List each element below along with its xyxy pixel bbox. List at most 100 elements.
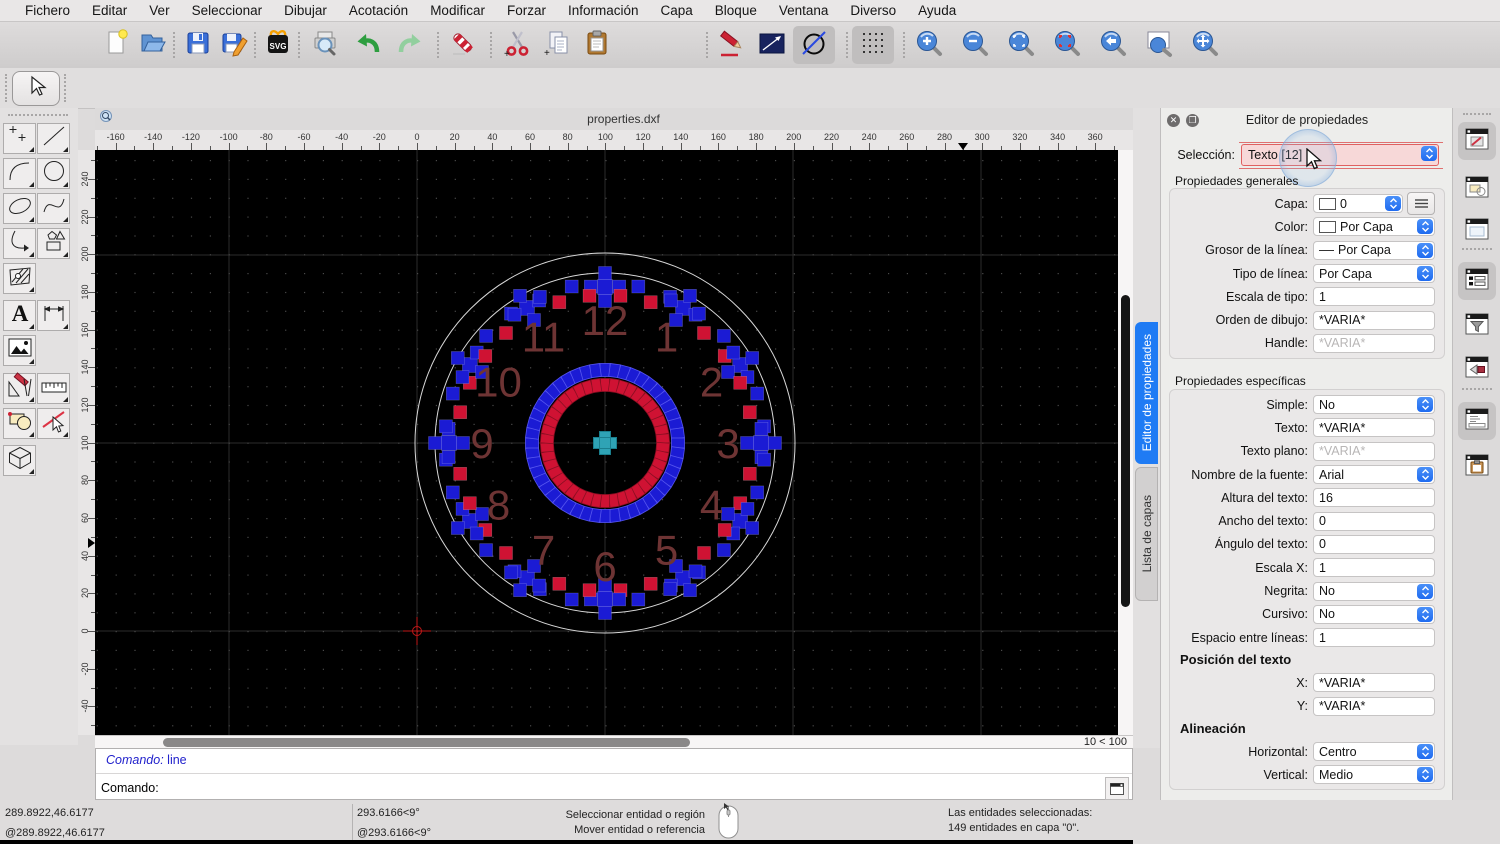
toolbar-copy-button[interactable]: + bbox=[540, 28, 574, 62]
toolbar-cut-button[interactable]: + bbox=[500, 28, 534, 62]
vertical-scrollbar-thumb[interactable] bbox=[1121, 295, 1130, 607]
dropdown-stepper-icon[interactable] bbox=[1417, 219, 1433, 234]
property-input[interactable]: *VARIA* bbox=[1313, 673, 1435, 692]
toolbar-zoom-in-button[interactable] bbox=[912, 28, 946, 62]
tool-ellipse-button[interactable] bbox=[3, 193, 36, 224]
menu-13[interactable]: Ayuda bbox=[907, 0, 967, 22]
toggle-property-editor-panel-button[interactable] bbox=[1458, 122, 1496, 160]
menu-4[interactable]: Dibujar bbox=[273, 0, 338, 22]
property-input[interactable]: 1 bbox=[1313, 628, 1435, 647]
property-input[interactable]: 16 bbox=[1313, 488, 1435, 507]
property-dropdown[interactable]: No bbox=[1313, 605, 1435, 624]
property-input[interactable]: *VARIA* bbox=[1313, 334, 1435, 353]
toggle-block-list-panel-button[interactable] bbox=[1458, 170, 1496, 208]
menu-9[interactable]: Capa bbox=[650, 0, 704, 22]
toolbar-line-tool-button[interactable] bbox=[755, 28, 789, 62]
toggle-filter-panel-button[interactable] bbox=[1458, 307, 1496, 345]
toolbar-zoom-selection-button[interactable] bbox=[1050, 28, 1084, 62]
property-dropdown[interactable]: Por Capa bbox=[1313, 241, 1435, 260]
toolbar-undo-button[interactable] bbox=[352, 28, 386, 62]
selection-dropdown[interactable]: Texto [12] bbox=[1241, 144, 1439, 166]
toolbar-save-button[interactable] bbox=[181, 28, 215, 62]
command-fullscreen-toggle-button[interactable] bbox=[1105, 777, 1129, 800]
toolbar-paste-button[interactable] bbox=[580, 28, 614, 62]
toggle-layer-list-panel-button[interactable] bbox=[1458, 262, 1496, 300]
property-dropdown[interactable]: 0 bbox=[1313, 194, 1403, 213]
tool-select-entity-button[interactable] bbox=[37, 408, 70, 439]
toggle-command-line-panel-button[interactable] bbox=[1458, 402, 1496, 440]
dropdown-stepper-icon[interactable] bbox=[1417, 584, 1433, 599]
property-dropdown[interactable]: No bbox=[1313, 582, 1435, 601]
property-dropdown[interactable]: Arial bbox=[1313, 465, 1435, 484]
toolbar-open-file-button[interactable] bbox=[136, 28, 170, 62]
property-dropdown[interactable]: Por Capa bbox=[1313, 264, 1435, 283]
toolbar-circle-tool-button[interactable] bbox=[793, 26, 835, 64]
menu-11[interactable]: Ventana bbox=[768, 0, 840, 22]
menu-10[interactable]: Bloque bbox=[704, 0, 768, 22]
toolbar-print-preview-button[interactable] bbox=[308, 28, 342, 62]
dropdown-stepper-icon[interactable] bbox=[1417, 467, 1433, 482]
tool-arc-button[interactable] bbox=[3, 158, 36, 189]
tool-points-button[interactable] bbox=[3, 123, 36, 154]
property-input[interactable]: 0 bbox=[1313, 512, 1435, 531]
vertical-scrollbar[interactable] bbox=[1118, 150, 1133, 735]
tool-blocks-button[interactable] bbox=[3, 408, 36, 439]
horizontal-scrollbar-thumb[interactable] bbox=[163, 738, 690, 747]
toolbar-new-file-button[interactable] bbox=[100, 28, 134, 62]
dropdown-stepper-icon[interactable] bbox=[1417, 397, 1433, 412]
property-input[interactable]: *VARIA* bbox=[1313, 442, 1435, 461]
dropdown-stepper-icon[interactable] bbox=[1417, 767, 1433, 782]
property-input[interactable]: *VARIA* bbox=[1313, 697, 1435, 716]
menu-3[interactable]: Seleccionar bbox=[181, 0, 274, 22]
toolbar-zoom-out-button[interactable] bbox=[958, 28, 992, 62]
toolbar-delete-button[interactable] bbox=[446, 28, 480, 62]
close-icon[interactable]: ✕ bbox=[1167, 114, 1180, 127]
property-dropdown[interactable]: Por Capa bbox=[1313, 217, 1435, 236]
property-input[interactable]: 1 bbox=[1313, 558, 1435, 577]
property-input[interactable]: *VARIA* bbox=[1313, 311, 1435, 330]
property-dropdown[interactable]: Medio bbox=[1313, 765, 1435, 784]
layer-menu-button[interactable] bbox=[1407, 192, 1435, 215]
dropdown-stepper-icon[interactable] bbox=[1417, 243, 1433, 258]
menu-1[interactable]: Editar bbox=[81, 0, 138, 22]
tool-polyline-button[interactable] bbox=[3, 228, 36, 259]
menu-7[interactable]: Forzar bbox=[496, 0, 557, 22]
property-input[interactable]: 0 bbox=[1313, 535, 1435, 554]
selection-tool-button[interactable] bbox=[12, 71, 60, 106]
dropdown-stepper-icon[interactable] bbox=[1417, 266, 1433, 281]
dropdown-stepper-icon[interactable] bbox=[1421, 146, 1437, 161]
property-dropdown[interactable]: Centro bbox=[1313, 742, 1435, 761]
menu-6[interactable]: Modificar bbox=[419, 0, 496, 22]
drawing-canvas[interactable]: 123456789101112 bbox=[95, 150, 1118, 735]
detach-icon[interactable]: ❐ bbox=[1186, 114, 1199, 127]
tool-measure-button[interactable] bbox=[37, 373, 70, 404]
command-input[interactable] bbox=[162, 777, 1106, 799]
dropdown-stepper-icon[interactable] bbox=[1417, 607, 1433, 622]
tool-shapes-button[interactable] bbox=[37, 228, 70, 259]
menu-8[interactable]: Información bbox=[557, 0, 650, 22]
tool-line-button[interactable] bbox=[37, 123, 70, 154]
toggle-pen-toolbar-panel-button[interactable] bbox=[1458, 350, 1496, 388]
toolbar-svg-export-button[interactable]: SVG bbox=[261, 28, 295, 62]
toolbar-grid-toggle-button[interactable] bbox=[852, 26, 894, 64]
tab-layer-list[interactable]: Lista de capas bbox=[1135, 467, 1158, 601]
menu-5[interactable]: Acotación bbox=[338, 0, 419, 22]
menu-0[interactable]: Fichero bbox=[14, 0, 81, 22]
toolbar-zoom-window-button[interactable] bbox=[1142, 28, 1176, 62]
tool-image-button[interactable] bbox=[3, 335, 36, 366]
tool-text-button[interactable]: A bbox=[3, 300, 36, 331]
toolbar-redo-button[interactable] bbox=[392, 28, 426, 62]
toolbar-zoom-auto-button[interactable] bbox=[1004, 28, 1038, 62]
toolbar-pan-button[interactable] bbox=[1188, 28, 1222, 62]
tool-modify-button[interactable] bbox=[3, 373, 36, 404]
tool-hatch-button[interactable] bbox=[3, 263, 36, 294]
toolbar-draw-pencil-button[interactable] bbox=[715, 28, 749, 62]
property-input[interactable]: *VARIA* bbox=[1313, 418, 1435, 437]
menu-12[interactable]: Diverso bbox=[839, 0, 907, 22]
toggle-clipboard-panel-button[interactable] bbox=[1458, 448, 1496, 486]
tool-solid-3d-button[interactable] bbox=[3, 445, 36, 476]
tool-dimension-button[interactable] bbox=[37, 300, 70, 331]
dropdown-stepper-icon[interactable] bbox=[1385, 196, 1401, 211]
tool-spline-button[interactable] bbox=[37, 193, 70, 224]
menu-2[interactable]: Ver bbox=[138, 0, 180, 22]
